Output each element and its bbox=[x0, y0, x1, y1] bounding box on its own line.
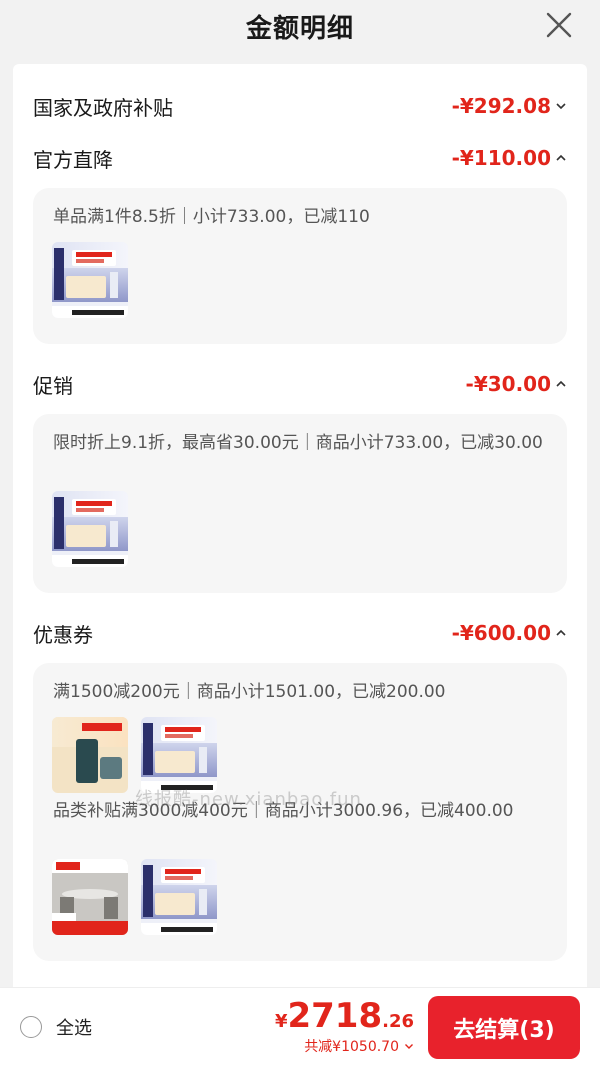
chevron-down-icon bbox=[405, 1044, 413, 1049]
select-all-toggle[interactable]: 全选 bbox=[20, 1014, 92, 1040]
select-all-label: 全选 bbox=[56, 1018, 92, 1039]
row-label: 优惠券 bbox=[33, 622, 93, 647]
product-thumbnail[interactable] bbox=[52, 859, 128, 935]
close-icon[interactable] bbox=[544, 10, 574, 40]
coupon-card: 满1500减200元｜商品小计1501.00，已减200.00 品类补贴满300… bbox=[33, 663, 567, 961]
product-thumbnail[interactable] bbox=[141, 717, 217, 793]
row-amount: -¥600.00 bbox=[452, 621, 567, 645]
chevron-up-icon[interactable] bbox=[555, 627, 567, 639]
checkout-button[interactable]: 去结算(3) bbox=[428, 996, 580, 1059]
discount-detail: 单品满1件8.5折｜小计733.00，已减110 bbox=[53, 207, 370, 227]
product-thumbnail[interactable] bbox=[52, 491, 128, 567]
amount-value: -¥292.08 bbox=[451, 94, 551, 118]
product-thumbnail[interactable] bbox=[52, 242, 128, 318]
currency-symbol: ¥ bbox=[274, 1011, 288, 1032]
row-amount: -¥110.00 bbox=[452, 146, 567, 170]
coupon-detail: 满1500减200元｜商品小计1501.00，已减200.00 bbox=[53, 682, 446, 702]
page-title: 金额明细 bbox=[245, 14, 354, 44]
chevron-up-icon[interactable] bbox=[555, 378, 567, 390]
row-promotion[interactable]: 促销 -¥30.00 bbox=[33, 366, 567, 402]
radio-icon[interactable] bbox=[20, 1016, 42, 1038]
total-summary: ¥2718.26 共减¥1050.70 bbox=[275, 996, 414, 1056]
coupon-detail: 品类补贴满3000减400元｜商品小计3000.96，已减400.00 bbox=[53, 801, 514, 821]
row-coupon[interactable]: 优惠券 -¥600.00 bbox=[33, 615, 567, 651]
discount-detail: 限时折上9.1折，最高省30.00元｜商品小计733.00，已减30.00 bbox=[53, 433, 543, 453]
header: 金额明细 bbox=[0, 0, 600, 60]
amount-value: -¥600.00 bbox=[451, 621, 551, 645]
row-label: 国家及政府补贴 bbox=[33, 95, 173, 120]
product-thumbnail[interactable] bbox=[141, 859, 217, 935]
row-amount: -¥292.08 bbox=[452, 94, 567, 118]
chevron-up-icon[interactable] bbox=[555, 152, 567, 164]
row-amount: -¥30.00 bbox=[466, 372, 567, 396]
row-government-subsidy[interactable]: 国家及政府补贴 -¥292.08 bbox=[33, 88, 567, 124]
promotion-card: 限时折上9.1折，最高省30.00元｜商品小计733.00，已减30.00 bbox=[33, 414, 567, 593]
saved-text: 共减¥1050.70 bbox=[304, 1039, 399, 1055]
amount-value: -¥110.00 bbox=[451, 146, 551, 170]
row-label: 官方直降 bbox=[33, 147, 113, 172]
amount-value: -¥30.00 bbox=[465, 372, 551, 396]
saved-amount[interactable]: 共减¥1050.70 bbox=[275, 1036, 414, 1056]
row-official-discount[interactable]: 官方直降 -¥110.00 bbox=[33, 140, 567, 176]
row-label: 促销 bbox=[33, 373, 73, 398]
checkout-bar: 全选 ¥2718.26 共减¥1050.70 去结算(3) bbox=[0, 987, 600, 1068]
official-discount-card: 单品满1件8.5折｜小计733.00，已减110 bbox=[33, 188, 567, 344]
total-price: ¥2718.26 bbox=[275, 996, 414, 1036]
price-integer: 2718 bbox=[287, 996, 383, 1036]
chevron-down-icon[interactable] bbox=[555, 100, 567, 112]
price-decimal: .26 bbox=[382, 1011, 414, 1032]
product-thumbnail[interactable] bbox=[52, 717, 128, 793]
